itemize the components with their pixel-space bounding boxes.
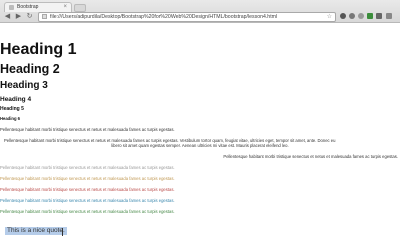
- page-favicon-icon: [9, 5, 14, 10]
- heading-6: Heading 6: [0, 116, 21, 121]
- heading-4: Heading 4: [0, 96, 32, 103]
- text-cursor: [62, 228, 63, 236]
- browser-chrome: Bootstrap × ◀ ▶ ↻ file:///Users/adipurdi…: [0, 0, 400, 23]
- reload-icon[interactable]: ↻: [25, 12, 34, 21]
- page-content: Heading 1 Heading 2 Heading 3 Heading 4 …: [0, 23, 400, 250]
- browser-toolbar: ◀ ▶ ↻ file:///Users/adipurdila/Desktop/B…: [0, 11, 400, 22]
- wrench-menu-icon[interactable]: [386, 13, 392, 19]
- extension-icon[interactable]: [349, 13, 355, 19]
- extension-icon[interactable]: [367, 13, 373, 19]
- back-icon[interactable]: ◀: [3, 12, 12, 21]
- heading-3: Heading 3: [0, 80, 48, 91]
- extension-icon[interactable]: [358, 13, 364, 19]
- paragraph-muted: Pellentesque habitant morbi tristique se…: [0, 165, 175, 170]
- file-icon: [42, 14, 47, 19]
- tab-title: Bootstrap: [17, 4, 39, 10]
- url-text: file:///Users/adipurdila/Desktop/Bootstr…: [50, 14, 278, 20]
- address-bar[interactable]: file:///Users/adipurdila/Desktop/Bootstr…: [38, 12, 336, 22]
- paragraph-right: Pellentesque habitant morbi tristique se…: [223, 154, 398, 159]
- extension-icon[interactable]: [340, 13, 346, 19]
- paragraph-error: Pellentesque habitant morbi tristique se…: [0, 187, 175, 192]
- heading-2: Heading 2: [0, 62, 60, 76]
- paragraph-info: Pellentesque habitant morbi tristique se…: [0, 198, 175, 203]
- heading-1: Heading 1: [0, 41, 77, 58]
- paragraph-left: Pellentesque habitant morbi tristique se…: [0, 127, 175, 132]
- bookmark-star-icon[interactable]: ☆: [327, 13, 332, 21]
- extension-icon[interactable]: [376, 13, 382, 19]
- blockquote[interactable]: This is a nice quote.: [5, 227, 67, 235]
- paragraph-warning: Pellentesque habitant morbi tristique se…: [0, 176, 175, 181]
- paragraph-center-line-2: libero sit amet quam egestas semper. Aen…: [111, 143, 289, 148]
- paragraph-success: Pellentesque habitant morbi tristique se…: [0, 209, 175, 214]
- heading-5: Heading 5: [0, 106, 24, 112]
- forward-icon[interactable]: ▶: [14, 12, 23, 21]
- tab-close-icon[interactable]: ×: [63, 3, 67, 11]
